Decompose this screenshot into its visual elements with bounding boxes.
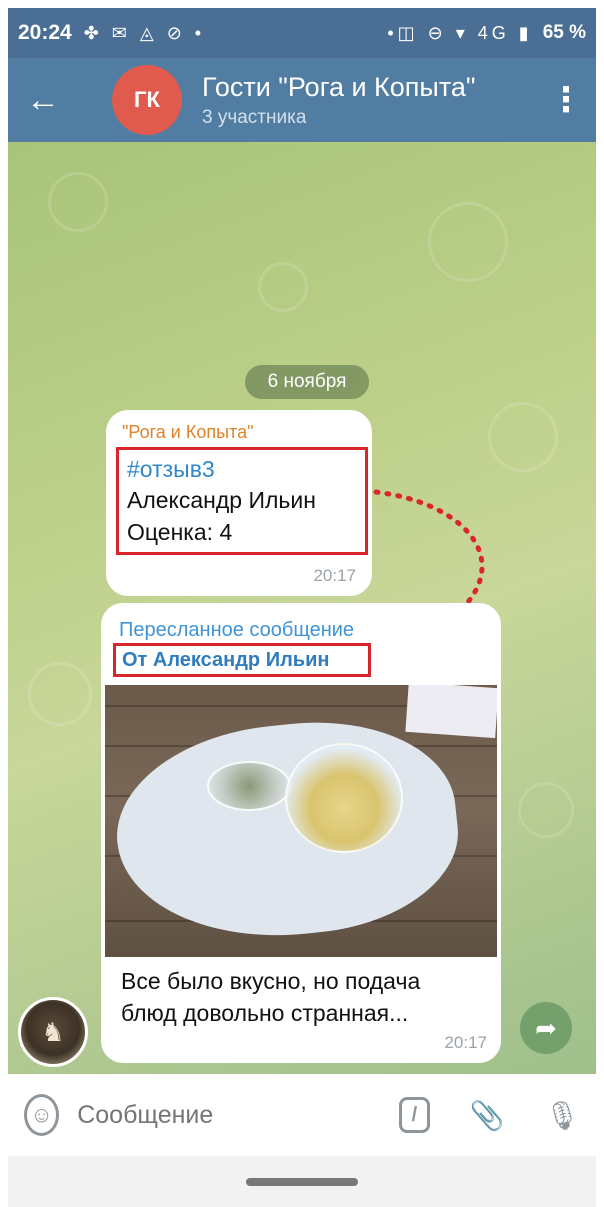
message-text-line: Все было вкусно, но подача bbox=[121, 968, 421, 994]
status-right: •◫ ⊖ ▾ 4G ▮ 65 % bbox=[387, 22, 586, 44]
attach-icon[interactable]: 📎 bbox=[470, 1099, 505, 1132]
signal-icons: •◫ ⊖ ▾ 4G ▮ bbox=[387, 22, 533, 43]
message-time: 20:17 bbox=[313, 566, 356, 585]
hashtag-link[interactable]: #отзыв3 bbox=[127, 454, 357, 484]
group-avatar[interactable]: ГК bbox=[112, 65, 182, 135]
forwarded-text: Все было вкусно, но подача блюд довольно… bbox=[121, 965, 420, 1029]
message-input-bar: ☺ / 📎 🎙 bbox=[8, 1074, 596, 1156]
member-count: 3 участника bbox=[202, 107, 307, 128]
message-text-line: Оценка: 4 bbox=[127, 519, 233, 545]
background-doodle bbox=[518, 782, 574, 838]
avatar-image-icon: ♞ bbox=[41, 1016, 65, 1047]
chat-header: ← ГК Гости "Рога и Копыта" 3 участника ⋮ bbox=[8, 58, 596, 142]
forwarded-message-bubble[interactable]: Пересланное сообщение От Александр Ильин… bbox=[101, 603, 501, 1063]
background-doodle bbox=[28, 662, 92, 726]
background-doodle bbox=[258, 262, 308, 312]
message-input[interactable] bbox=[77, 1100, 400, 1130]
bot-command-icon[interactable]: / bbox=[399, 1097, 430, 1133]
food-photo[interactable] bbox=[105, 685, 497, 957]
small-bowl bbox=[207, 761, 291, 811]
background-doodle bbox=[48, 172, 108, 232]
status-bar: 20:24 ✤ ✉ ◬ ⊘ • •◫ ⊖ ▾ 4G ▮ 65 % bbox=[8, 8, 596, 58]
message-time: 20:17 bbox=[444, 1033, 487, 1052]
chat-info[interactable]: Гости "Рога и Копыта" 3 участника bbox=[202, 71, 476, 129]
forwarded-from-link[interactable]: От Александр Ильин bbox=[122, 649, 329, 672]
highlight-box: От Александр Ильин bbox=[113, 643, 371, 677]
highlight-box: #отзыв3 Александр Ильин Оценка: 4 bbox=[116, 447, 368, 555]
chat-title: Гости "Рога и Копыта" bbox=[202, 72, 476, 102]
user-avatar[interactable]: ♞ bbox=[18, 997, 88, 1067]
background-doodle bbox=[488, 402, 558, 472]
message-bubble[interactable]: "Рога и Копыта" #отзыв3 Александр Ильин … bbox=[106, 410, 372, 596]
sender-name[interactable]: "Рога и Копыта" bbox=[122, 422, 356, 443]
battery-percent: 65 % bbox=[542, 22, 586, 43]
status-time: 20:24 bbox=[18, 21, 72, 44]
mic-icon[interactable]: 🎙 bbox=[544, 1099, 580, 1132]
message-text-line: блюд довольно странная... bbox=[121, 1000, 409, 1026]
papers bbox=[405, 685, 497, 739]
message-text-line: Александр Ильин bbox=[127, 487, 316, 513]
back-arrow-icon[interactable]: ← bbox=[8, 58, 78, 142]
share-icon[interactable]: ➦ bbox=[520, 1002, 572, 1054]
home-gesture-pill[interactable] bbox=[246, 1177, 358, 1186]
status-left: 20:24 ✤ ✉ ◬ ⊘ • bbox=[18, 21, 205, 45]
more-menu-icon[interactable]: ⋮ bbox=[536, 58, 596, 142]
background-doodle bbox=[428, 202, 508, 282]
glass-bowl bbox=[285, 743, 403, 853]
notification-icons: ✤ ✉ ◬ ⊘ • bbox=[83, 22, 206, 43]
system-nav-bar bbox=[8, 1156, 596, 1207]
date-chip: 6 ноября bbox=[245, 365, 369, 399]
chat-background: 6 ноября "Рога и Копыта" #отзыв3 Алексан… bbox=[8, 142, 596, 1074]
forwarded-label: Пересланное сообщение bbox=[119, 619, 355, 641]
emoji-icon[interactable]: ☺ bbox=[24, 1094, 60, 1136]
